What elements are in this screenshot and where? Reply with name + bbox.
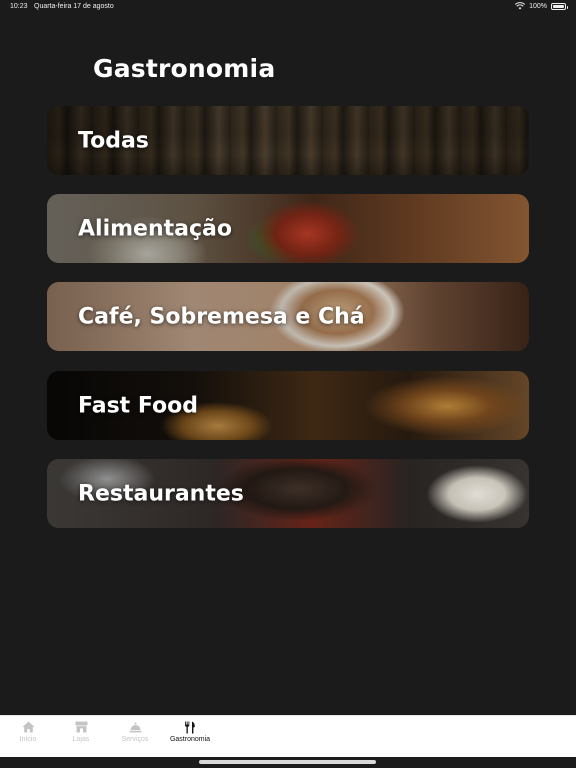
category-label: Alimentação — [78, 216, 232, 241]
page-title: Gastronomia — [93, 54, 276, 83]
tab-label: Serviços — [121, 736, 149, 743]
tab-label: Gastronomia — [169, 736, 211, 743]
category-card-fast-food[interactable]: Fast Food — [47, 371, 529, 440]
tab-lojas[interactable]: Lojas — [69, 720, 93, 743]
tab-label: Início — [19, 736, 37, 743]
category-card-todas[interactable]: Todas — [47, 106, 529, 175]
battery-fill — [553, 4, 564, 8]
status-time: 10:23 — [10, 3, 28, 10]
tab-inicio[interactable]: Início — [16, 720, 40, 743]
service-bell-icon — [128, 720, 142, 734]
category-label: Fast Food — [78, 393, 198, 418]
tab-label: Lojas — [72, 736, 90, 743]
tab-bar: Início Lojas Serviços Gastronomia — [0, 715, 576, 757]
tab-gastronomia[interactable]: Gastronomia — [167, 720, 213, 743]
status-bar: 10:23 Quarta-feira 17 de agosto 100% — [0, 0, 576, 14]
tab-servicos[interactable]: Serviços — [118, 720, 152, 743]
category-card-alimentacao[interactable]: Alimentação — [47, 194, 529, 263]
wifi-icon — [515, 2, 526, 10]
home-icon — [21, 720, 35, 734]
status-indicators: 100% — [515, 2, 568, 10]
category-label: Restaurantes — [78, 481, 244, 506]
category-card-restaurantes[interactable]: Restaurantes — [47, 459, 529, 528]
battery-icon — [551, 2, 568, 10]
fork-knife-icon — [183, 720, 197, 734]
category-card-cafe[interactable]: Café, Sobremesa e Chá — [47, 282, 529, 351]
category-label: Todas — [78, 128, 149, 153]
store-icon — [74, 720, 88, 734]
category-label: Café, Sobremesa e Chá — [78, 304, 365, 329]
battery-percentage: 100% — [529, 2, 547, 10]
home-indicator[interactable] — [199, 760, 376, 764]
status-date: Quarta-feira 17 de agosto — [34, 3, 114, 10]
